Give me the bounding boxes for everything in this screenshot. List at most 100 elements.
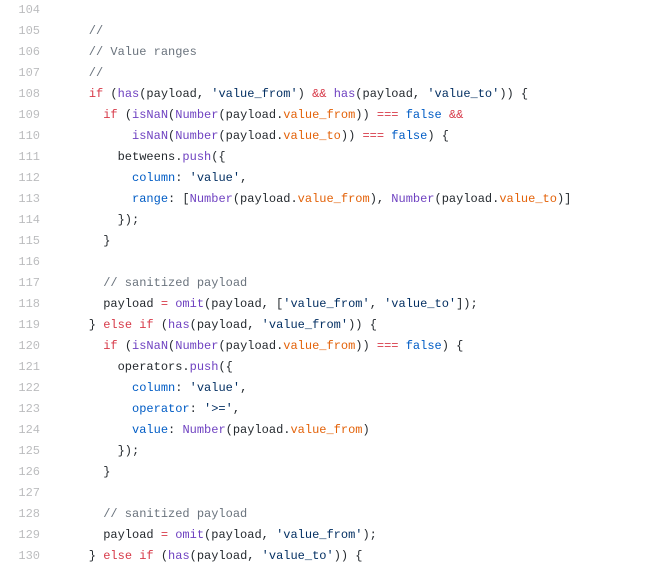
token [60,108,103,122]
token [60,129,132,143]
token: 'value' [190,381,240,395]
code-line: 114 }); [0,210,650,231]
code-content: column: 'value', [50,168,247,189]
token [60,171,132,185]
token [442,108,449,122]
token: value_from [283,108,355,122]
token: ) [362,423,369,437]
token: 'value_to' [427,87,499,101]
token: (payload, [204,528,276,542]
line-number: 127 [0,483,50,504]
line-number: 106 [0,42,50,63]
token: Number [190,192,233,206]
token: = [161,528,168,542]
token: isNaN [132,129,168,143]
token: )] [557,192,571,206]
code-line: 104 [0,0,650,21]
token: value_from [283,339,355,353]
code-line: 109 if (isNaN(Number(payload.value_from)… [0,105,650,126]
code-line: 129 payload = omit(payload, 'value_from'… [0,525,650,546]
token: : [ [168,192,190,206]
token: )) { [334,549,363,563]
token: // [60,66,103,80]
code-content: } [50,462,110,483]
token: has [118,87,140,101]
token: if [103,339,117,353]
token: (payload, [ [204,297,283,311]
token: , [233,402,240,416]
token [60,423,132,437]
token: else if [103,318,153,332]
code-line: 121 operators.push({ [0,357,650,378]
token: column [132,381,175,395]
line-number: 125 [0,441,50,462]
token: if [89,87,103,101]
line-number: 108 [0,84,50,105]
code-line: 122 column: 'value', [0,378,650,399]
token: value_from [298,192,370,206]
token: ({ [218,360,232,374]
token: range [132,192,168,206]
token: omit [175,528,204,542]
code-content: }); [50,210,139,231]
token [399,339,406,353]
token: betweens. [60,150,182,164]
code-content: payload = omit(payload, ['value_from', '… [50,294,478,315]
token: has [168,549,190,563]
token: // sanitized payload [60,276,247,290]
token: Number [182,423,225,437]
line-number: 105 [0,21,50,42]
code-line: 118 payload = omit(payload, ['value_from… [0,294,650,315]
token: (payload, [139,87,211,101]
line-number: 120 [0,336,50,357]
token: (payload. [218,129,283,143]
token: ( [154,549,168,563]
code-content: if (has(payload, 'value_from') && has(pa… [50,84,528,105]
token: } [60,234,110,248]
code-content: } [50,231,110,252]
token: isNaN [132,108,168,122]
token: has [334,87,356,101]
token [60,87,89,101]
line-number: 116 [0,252,50,273]
token: ( [118,108,132,122]
code-content: if (isNaN(Number(payload.value_from)) ==… [50,105,463,126]
token: : [175,171,189,185]
code-content: // sanitized payload [50,273,247,294]
token: false [391,129,427,143]
token: } [60,465,110,479]
token: )) { [499,87,528,101]
token: : [168,423,182,437]
code-line: 127 [0,483,650,504]
line-number: 123 [0,399,50,420]
code-content: } else if (has(payload, 'value_to')) { [50,546,363,567]
code-line: 128 // sanitized payload [0,504,650,525]
line-number: 121 [0,357,50,378]
code-content: // sanitized payload [50,504,247,525]
token: ({ [211,150,225,164]
token: value_to [499,192,557,206]
token: }); [60,213,139,227]
token: (payload. [226,423,291,437]
token: , [240,171,247,185]
code-line: 116 [0,252,650,273]
code-line: 110 isNaN(Number(payload.value_to)) === … [0,126,650,147]
code-line: 119 } else if (has(payload, 'value_from'… [0,315,650,336]
line-number: 115 [0,231,50,252]
token: ) { [442,339,464,353]
token: column [132,171,175,185]
line-number: 119 [0,315,50,336]
token: 'value' [190,171,240,185]
code-line: 111 betweens.push({ [0,147,650,168]
token: false [406,339,442,353]
token: === [377,339,399,353]
code-line: 106 // Value ranges [0,42,650,63]
line-number: 124 [0,420,50,441]
token: )) [341,129,363,143]
token: ]); [456,297,478,311]
token: push [190,360,219,374]
token: payload [60,528,161,542]
line-number: 109 [0,105,50,126]
line-number: 110 [0,126,50,147]
code-line: 130 } else if (has(payload, 'value_to'))… [0,546,650,567]
